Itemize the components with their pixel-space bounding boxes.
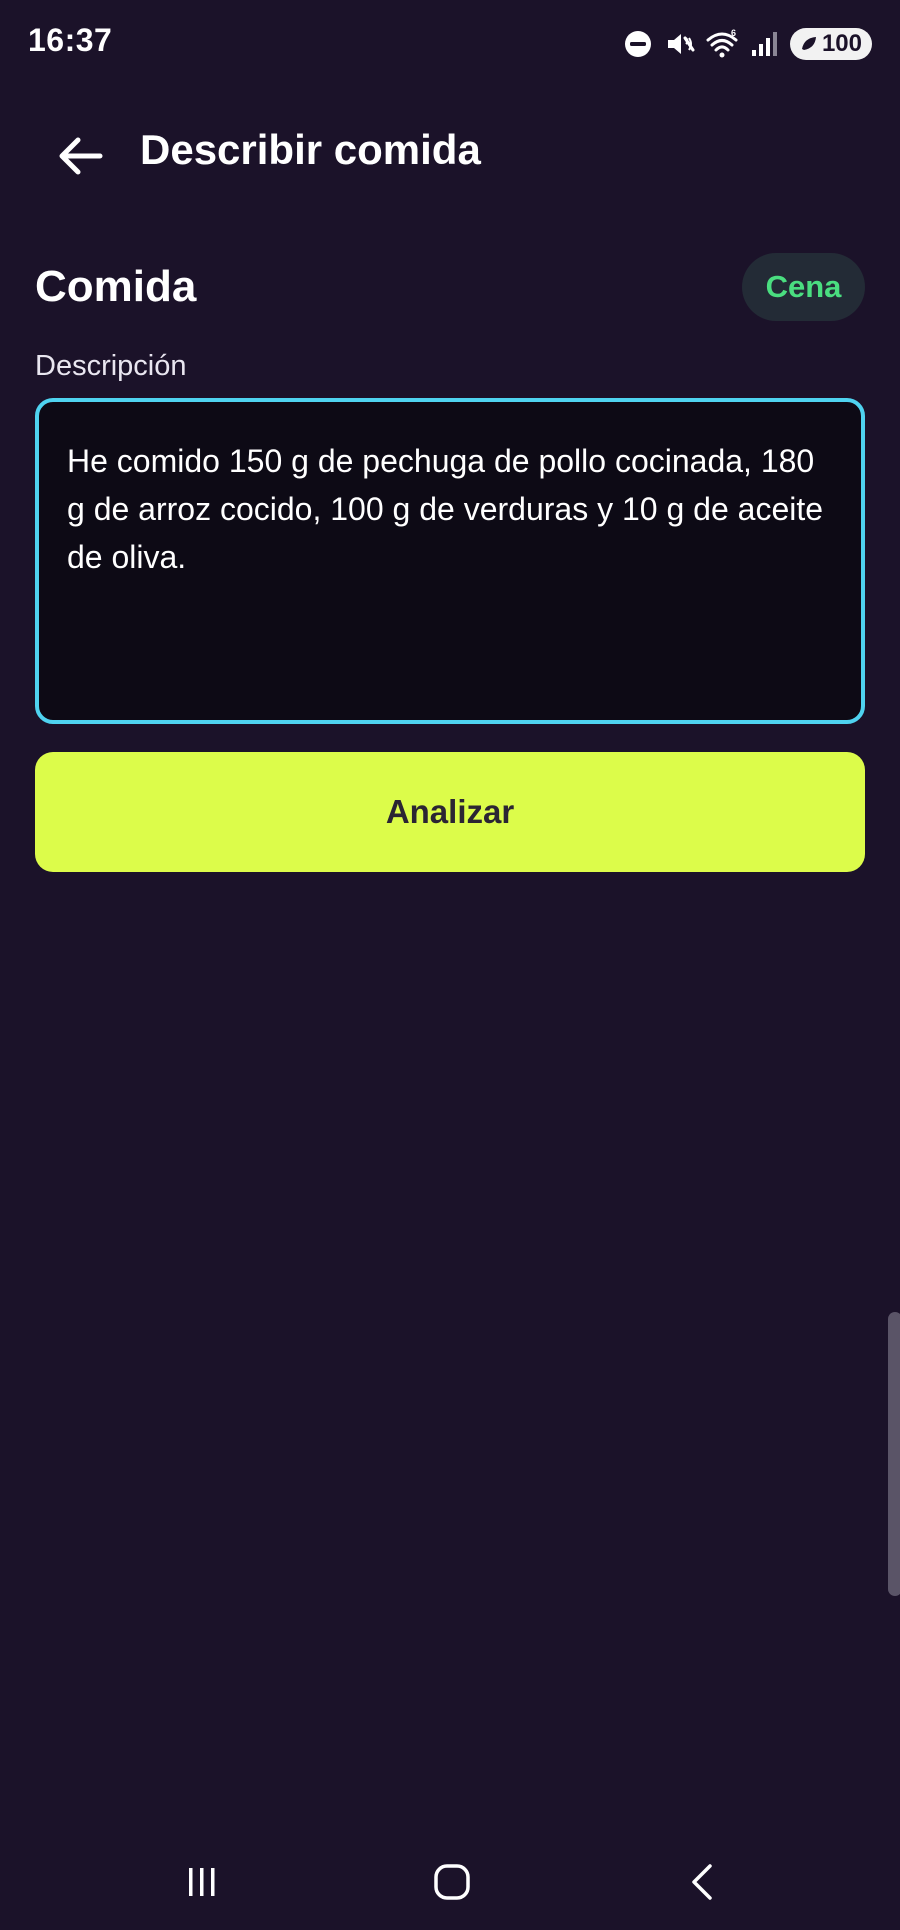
do-not-disturb-icon <box>624 31 651 57</box>
home-button[interactable] <box>420 1850 484 1914</box>
battery-saver-icon <box>801 37 816 50</box>
signal-icon <box>751 32 777 56</box>
home-icon <box>434 1864 470 1900</box>
wifi-badge: 6 <box>731 28 736 38</box>
page-title: Describir comida <box>140 126 481 173</box>
battery-indicator: 100 <box>789 28 872 60</box>
system-nav-bar <box>0 1830 900 1930</box>
meal-section-title: Comida <box>35 262 197 311</box>
description-text: He comido 150 g de pechuga de pollo coci… <box>67 443 824 575</box>
description-input[interactable]: He comido 150 g de pechuga de pollo coci… <box>35 398 865 724</box>
status-time: 16:37 <box>28 22 113 58</box>
arrow-left-icon <box>59 137 103 175</box>
meal-type-chip[interactable]: Cena <box>742 253 865 321</box>
mute-icon <box>667 34 695 54</box>
back-button[interactable] <box>48 124 112 188</box>
status-bar: 16:37 6 100 <box>0 0 900 86</box>
wifi-icon: 6 <box>706 28 738 58</box>
chevron-left-icon <box>692 1864 712 1900</box>
description-label: Descripción <box>35 350 187 382</box>
app-bar: Describir comida <box>0 110 900 190</box>
nav-back-button[interactable] <box>672 1850 736 1914</box>
scrollbar[interactable] <box>888 1312 900 1596</box>
analyze-button[interactable]: Analizar <box>35 752 865 872</box>
recent-apps-icon <box>189 1868 215 1896</box>
status-icons: 6 100 <box>622 26 872 62</box>
recent-apps-button[interactable] <box>170 1850 234 1914</box>
battery-level: 100 <box>821 30 862 57</box>
